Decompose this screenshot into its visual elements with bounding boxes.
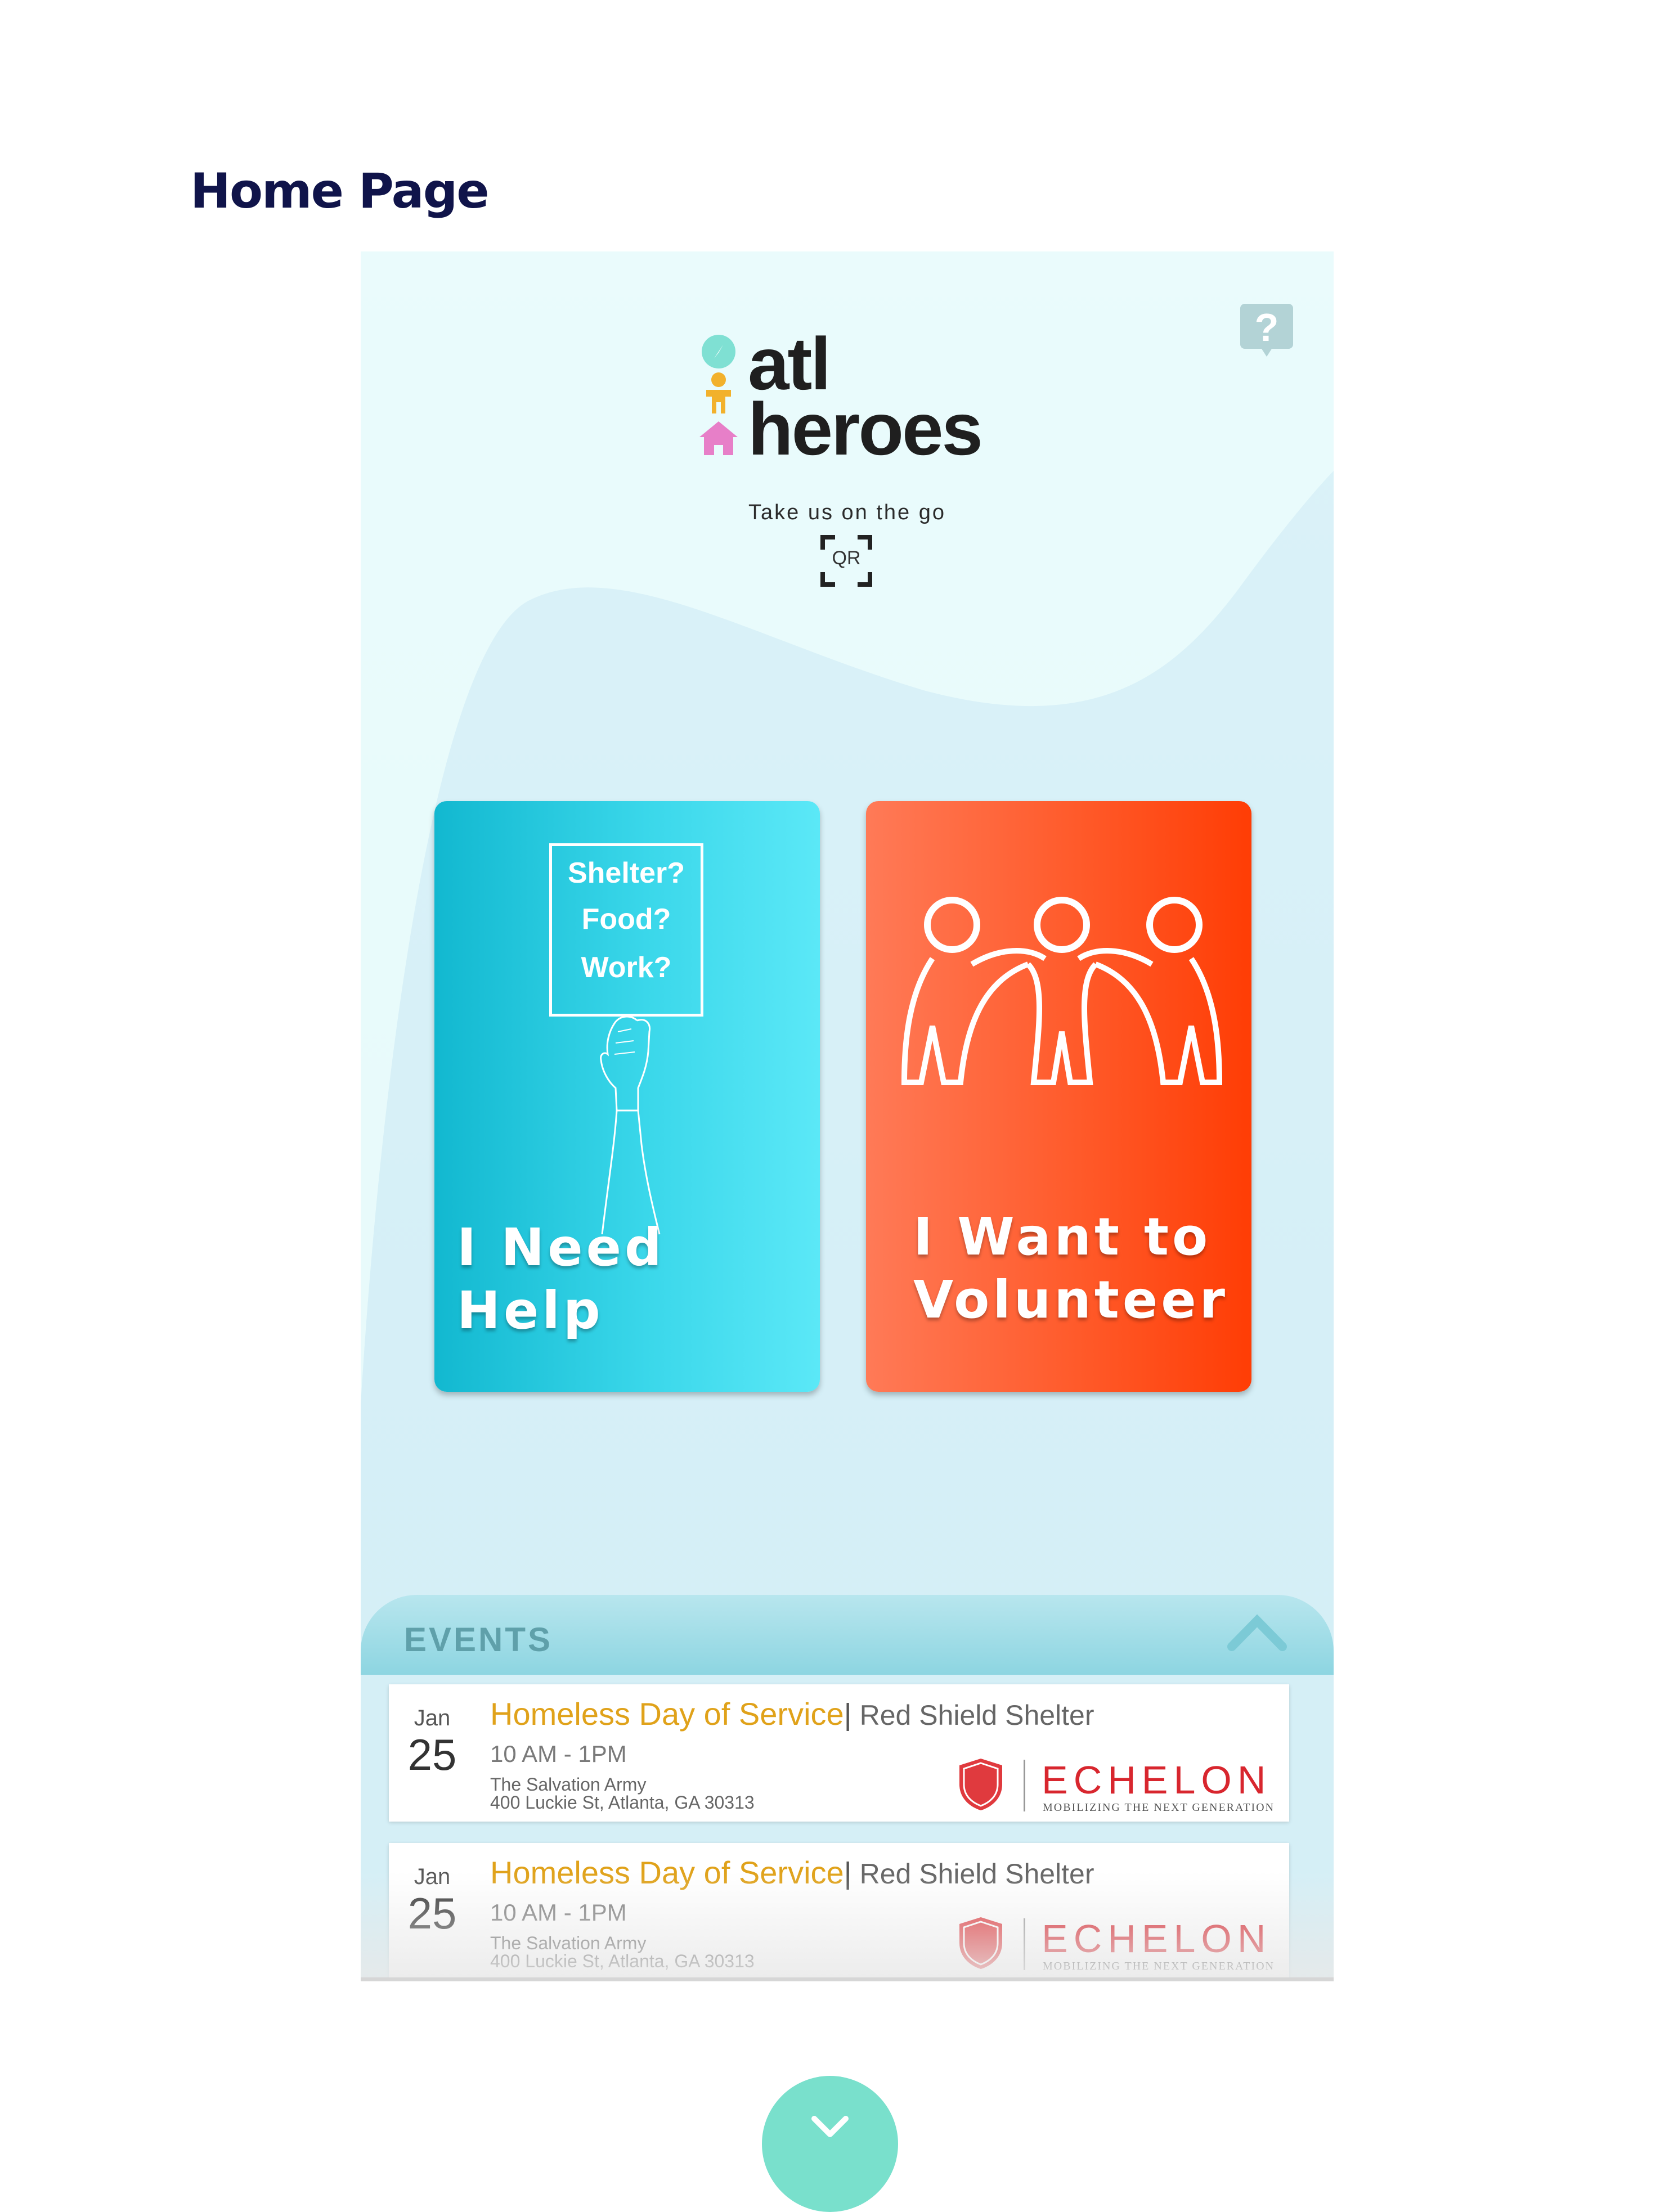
event-day: 25 [407, 1730, 457, 1779]
logo-text-heroes: heroes [748, 388, 983, 470]
echelon-tagline: MOBILIZING THE NEXT GENERATION [1043, 1801, 1275, 1814]
event-card[interactable]: Jan 25 Homeless Day of Service| Red Shie… [389, 1684, 1289, 1822]
screen-bottom-edge [361, 1977, 1334, 1981]
volunteer-title-line1: I Want to [913, 1207, 1212, 1267]
sign-board: Shelter? Food? Work? [549, 843, 703, 1017]
tagline: Take us on the go [748, 501, 946, 524]
sign-line-work: Work? [581, 951, 672, 984]
sign-line-shelter: Shelter? [567, 857, 685, 889]
event-venue: Red Shield Shelter [851, 1858, 1094, 1890]
event-venue: Red Shield Shelter [851, 1700, 1094, 1731]
help-question-icon[interactable]: ? [1239, 303, 1294, 358]
i-need-help-card[interactable]: Shelter? Food? Work? I Need Help [434, 801, 820, 1392]
svg-text:?: ? [1255, 305, 1279, 349]
echelon-tagline: MOBILIZING THE NEXT GENERATION [1043, 1960, 1275, 1972]
event-card[interactable]: Jan 25 Homeless Day of Service| Red Shie… [389, 1843, 1289, 1980]
volunteer-title-line2: Volunteer [913, 1270, 1229, 1330]
event-title-row: Homeless Day of Service| Red Shield Shel… [490, 1854, 1094, 1891]
chevron-up-icon[interactable] [1226, 1609, 1288, 1654]
salvation-army-shield-icon [959, 1917, 1002, 1969]
app-screen: ? atl heroes Take us on the go QR Shelte… [361, 251, 1334, 1981]
logo-mark-icon [699, 335, 738, 455]
event-separator: | [844, 1698, 852, 1732]
qr-code-button[interactable]: QR [820, 535, 872, 587]
salvation-army-shield-icon [959, 1759, 1002, 1810]
event-title-row: Homeless Day of Service| Red Shield Shel… [490, 1696, 1094, 1732]
qr-label: QR [832, 547, 861, 569]
event-day: 25 [407, 1889, 457, 1938]
atl-heroes-logo: atl heroes [698, 327, 1013, 471]
logo-divider [1024, 1760, 1025, 1811]
sponsor-logos: ECHELON MOBILIZING THE NEXT GENERATION [957, 1757, 1273, 1814]
page-heading: Home Page [190, 163, 490, 219]
event-separator: | [844, 1856, 852, 1890]
event-title: Homeless Day of Service [490, 1696, 844, 1732]
event-month: Jan [414, 1706, 451, 1730]
events-label: EVENTS [404, 1621, 553, 1658]
event-title: Homeless Day of Service [490, 1855, 844, 1890]
event-time: 10 AM - 1PM [490, 1741, 627, 1767]
event-address: 400 Luckie St, Atlanta, GA 30313 [490, 1951, 755, 1971]
event-month: Jan [414, 1864, 451, 1889]
events-drawer-header[interactable]: EVENTS [361, 1595, 1334, 1675]
logo-divider [1024, 1918, 1025, 1970]
i-want-to-volunteer-card[interactable]: I Want to Volunteer [866, 801, 1251, 1392]
event-time: 10 AM - 1PM [490, 1899, 627, 1926]
scroll-down-button[interactable] [762, 2076, 898, 2212]
volunteers-group-icon [901, 897, 1223, 1085]
raised-hand-icon [600, 1015, 661, 1235]
event-address: 400 Luckie St, Atlanta, GA 30313 [490, 1792, 755, 1813]
i-need-help-title: I Need Help [457, 1217, 665, 1341]
echelon-logo-text: ECHELON [1042, 1758, 1272, 1802]
sign-line-food: Food? [581, 903, 671, 936]
echelon-logo-text: ECHELON [1042, 1917, 1272, 1961]
chevron-down-icon [811, 2116, 849, 2137]
sponsor-logos: ECHELON MOBILIZING THE NEXT GENERATION [957, 1916, 1273, 1972]
